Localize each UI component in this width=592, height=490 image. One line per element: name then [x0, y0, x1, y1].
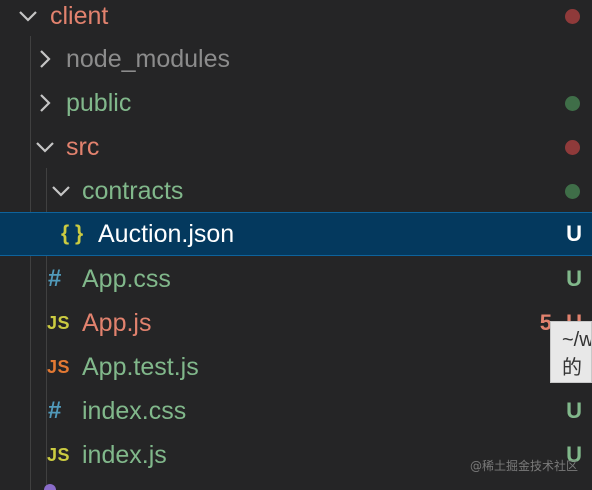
file-label: App.css — [82, 265, 171, 293]
git-status-dot — [565, 9, 580, 24]
file-label: App.js — [82, 309, 152, 337]
watermark: @稀土掘金技术社区 — [469, 459, 578, 473]
tree-item-client[interactable]: client — [0, 0, 592, 38]
git-untracked-badge: U — [566, 398, 582, 423]
folder-label: contracts — [82, 177, 184, 205]
file-label: App.test.js — [82, 353, 199, 381]
tree-item-index-css[interactable]: # index.css U — [0, 389, 592, 433]
chevron-down-icon — [48, 178, 74, 204]
js-test-file-icon: JS — [47, 357, 71, 377]
folder-label: client — [50, 2, 109, 30]
tree-item-src[interactable]: src — [0, 125, 592, 169]
tree-item-auction-json[interactable]: { } Auction.json U — [0, 212, 592, 256]
file-explorer-tree: client node_modules public src contracts… — [0, 0, 592, 490]
file-label: index.js — [82, 441, 167, 469]
chevron-right-icon — [32, 46, 58, 72]
js-file-icon: JS — [47, 313, 71, 333]
chevron-down-icon — [32, 134, 58, 160]
tree-item-contracts[interactable]: contracts — [0, 169, 592, 213]
tree-item-app-test-js[interactable]: JS App.test.js — [0, 345, 592, 389]
partial-item-icon — [44, 484, 56, 490]
folder-label: src — [66, 133, 100, 161]
git-status-dot — [565, 184, 580, 199]
hover-tooltip: ~/w 的 — [550, 321, 592, 383]
chevron-right-icon — [32, 90, 58, 116]
git-untracked-badge: U — [566, 221, 582, 246]
tree-item-app-css[interactable]: # App.css U — [0, 257, 592, 301]
json-braces-icon: { } — [61, 222, 84, 245]
css-hash-icon: # — [48, 397, 62, 424]
git-status-dot — [565, 96, 580, 111]
tree-item-public[interactable]: public — [0, 81, 592, 125]
git-untracked-badge: U — [566, 266, 582, 291]
css-hash-icon: # — [48, 265, 62, 292]
tree-item-node-modules[interactable]: node_modules — [0, 37, 592, 81]
git-status-dot — [565, 140, 580, 155]
js-file-icon: JS — [47, 445, 71, 465]
folder-label: public — [66, 89, 132, 117]
file-label: index.css — [82, 397, 187, 425]
folder-label: node_modules — [66, 45, 231, 73]
chevron-down-icon — [15, 3, 41, 29]
file-label: Auction.json — [98, 220, 235, 248]
tree-item-app-js[interactable]: JS App.js 5 U — [0, 301, 592, 345]
